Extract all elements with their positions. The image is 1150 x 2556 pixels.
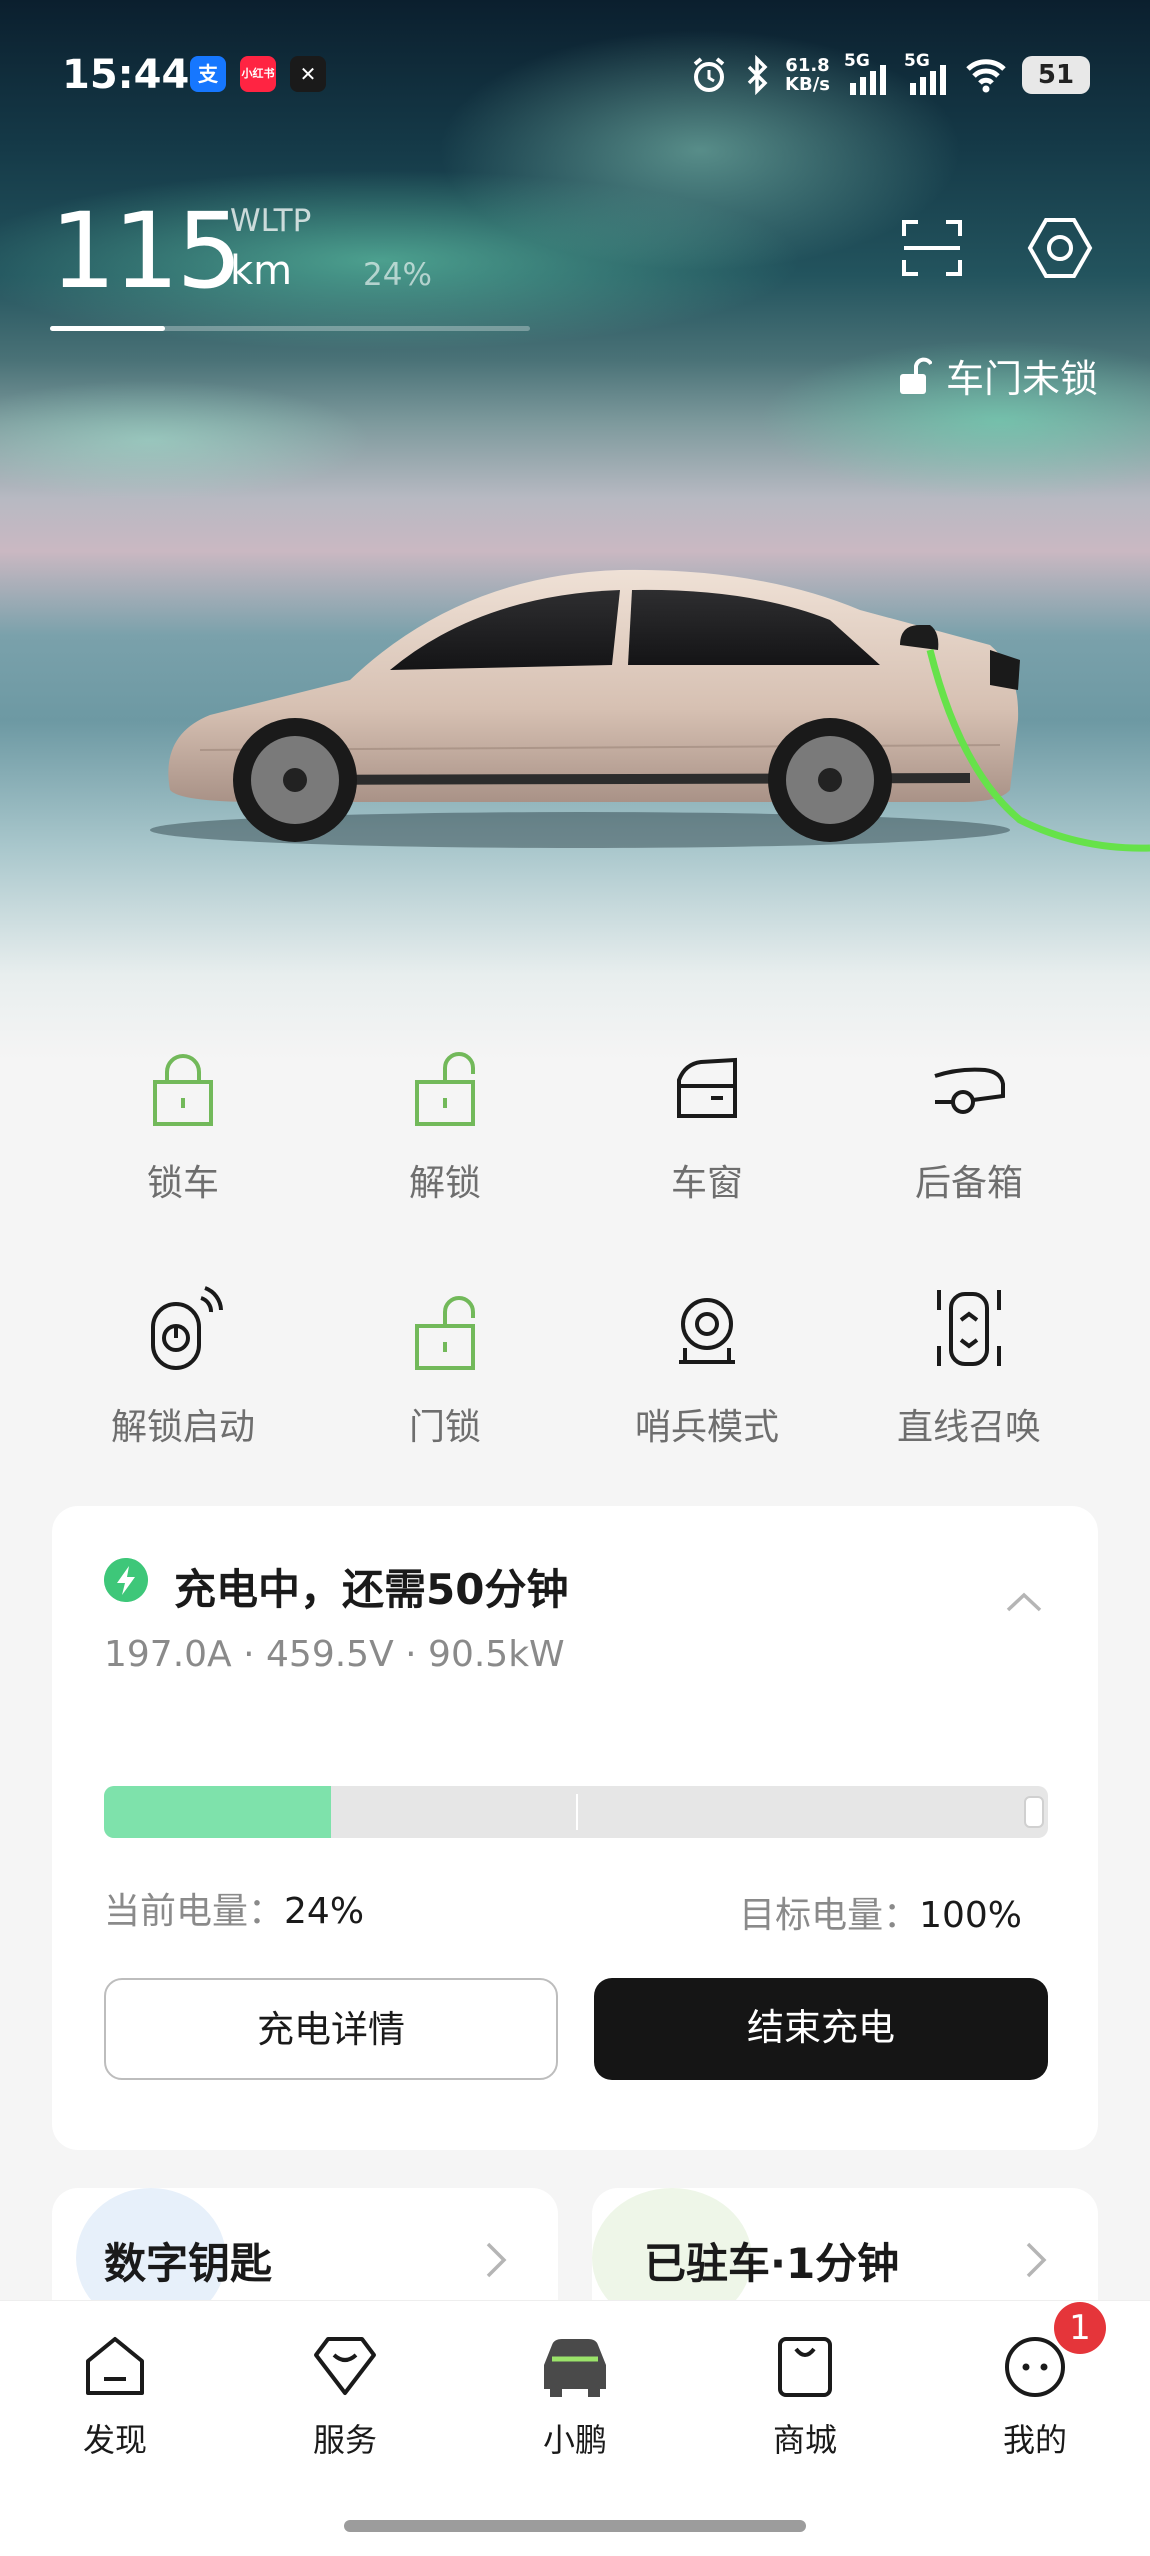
control-label: 车窗 <box>670 1163 743 1204</box>
current-charge-value: 24% <box>284 1891 365 1932</box>
charge-details-button[interactable]: 充电详情 <box>104 1978 558 2080</box>
charging-card: 充电中，还需50分钟 197.0A · 459.5V · 90.5kW 当前电量… <box>52 1506 1098 2150</box>
chevron-right-icon <box>486 2242 507 2278</box>
nav-label: 发现 <box>82 2421 147 2459</box>
alarm-icon <box>693 57 725 92</box>
shop-icon <box>778 2337 832 2397</box>
home-indicator[interactable] <box>344 2520 806 2532</box>
charging-bolt-icon <box>104 1558 148 1602</box>
trunk-icon <box>934 1067 1005 1114</box>
charge-progress-bar[interactable] <box>104 1786 1048 1838</box>
range-unit: km <box>230 248 293 294</box>
control-unlock-start[interactable]: 解锁启动 <box>52 1284 314 1464</box>
window-icon <box>677 1057 737 1118</box>
digital-key-title: 数字钥匙 <box>104 2239 273 2288</box>
app-screen: { "status_bar": { "time": "15:44", "app_… <box>0 0 1150 2556</box>
lock-icon <box>153 1054 213 1126</box>
control-label: 哨兵模式 <box>634 1407 779 1448</box>
charging-electrical-info: 197.0A · 459.5V · 90.5kW <box>104 1634 565 1675</box>
sentry-camera-icon <box>679 1298 735 1364</box>
control-label: 后备箱 <box>914 1163 1023 1204</box>
control-summon[interactable]: 直线召唤 <box>838 1284 1100 1464</box>
nav-xpeng[interactable]: 小鹏 <box>500 2331 650 2461</box>
car-image <box>150 569 1150 852</box>
bottom-navigation: 发现 服务 小鹏 商城 我的 <box>0 2300 1150 2556</box>
control-label: 门锁 <box>408 1407 481 1448</box>
nav-label: 商城 <box>772 2421 837 2459</box>
current-charge: 当前电量：24% <box>104 1882 364 1934</box>
notification-badge: 1 <box>1054 2302 1106 2354</box>
chevron-right-icon <box>1026 2242 1047 2278</box>
target-charge[interactable]: 目标电量：100% <box>739 1886 1022 1938</box>
scan-icon[interactable] <box>896 212 968 284</box>
control-window[interactable]: 车窗 <box>576 1050 838 1230</box>
xpeng-icon: ✕ <box>290 56 326 92</box>
status-indicators: 61.8 KB/s 5G 5G 51 <box>689 50 1090 100</box>
summon-icon <box>937 1290 1001 1366</box>
target-slider-handle[interactable] <box>1024 1796 1044 1828</box>
range-battery-percent: 24% <box>363 257 432 293</box>
unlock-icon <box>415 1296 475 1370</box>
car-icon <box>544 2339 606 2397</box>
service-icon <box>314 2337 376 2395</box>
status-time: 15:44 <box>62 52 190 98</box>
alipay-icon: 支 <box>190 56 226 92</box>
settings-icon[interactable] <box>1024 212 1096 284</box>
nav-discover[interactable]: 发现 <box>40 2331 190 2461</box>
battery-indicator: 51 <box>1022 56 1090 94</box>
current-charge-label: 当前电量： <box>104 1891 285 1932</box>
charging-status-title: 充电中，还需50分钟 <box>174 1565 569 1614</box>
range-progress-fill <box>50 326 166 331</box>
hero-background <box>0 0 1150 1060</box>
signal-icon: 5G <box>844 51 890 97</box>
wifi-icon <box>966 59 1006 93</box>
nav-shop[interactable]: 商城 <box>730 2331 880 2461</box>
range-progress-bar <box>50 326 530 331</box>
control-door-lock[interactable]: 门锁 <box>314 1284 576 1464</box>
net-speed: 61.8 KB/s <box>785 55 830 95</box>
control-label: 解锁启动 <box>110 1407 255 1448</box>
control-label: 直线召唤 <box>896 1407 1041 1448</box>
door-status-label: 车门未锁 <box>945 357 1098 401</box>
charge-progress-fill <box>104 1786 331 1838</box>
control-sentry-mode[interactable]: 哨兵模式 <box>576 1284 838 1464</box>
signal-icon: 5G <box>904 51 950 97</box>
discover-icon <box>86 2337 144 2395</box>
stop-charging-button[interactable]: 结束充电 <box>594 1978 1048 2080</box>
unlock-icon <box>899 357 932 394</box>
bluetooth-icon <box>747 55 768 95</box>
parked-status-title: 已驻车·1分钟 <box>644 2239 900 2288</box>
control-lock[interactable]: 锁车 <box>52 1050 314 1230</box>
control-trunk[interactable]: 后备箱 <box>838 1050 1100 1230</box>
control-label: 解锁 <box>408 1163 481 1204</box>
nav-label: 小鹏 <box>542 2421 607 2459</box>
range-standard: WLTP <box>230 203 312 239</box>
target-charge-value: 100% <box>919 1895 1022 1936</box>
control-unlock[interactable]: 解锁 <box>314 1050 576 1230</box>
control-label: 锁车 <box>146 1163 219 1204</box>
nav-service[interactable]: 服务 <box>270 2331 420 2461</box>
nav-label: 服务 <box>312 2421 377 2459</box>
xiaohongshu-icon: 小红书 <box>240 56 276 92</box>
key-fob-icon <box>151 1286 223 1370</box>
collapse-chevron-icon[interactable] <box>1004 1590 1044 1614</box>
target-charge-label: 目标电量： <box>739 1895 920 1936</box>
range-value: 115 <box>50 190 243 312</box>
unlock-icon <box>415 1052 475 1126</box>
door-status[interactable]: 车门未锁 <box>898 348 1098 403</box>
nav-label: 我的 <box>1002 2421 1067 2459</box>
status-bar: 15:44 支 小红书 ✕ 61.8 KB/s 5G 5G 51 <box>0 40 1150 114</box>
charge-progress-tick <box>576 1794 578 1830</box>
